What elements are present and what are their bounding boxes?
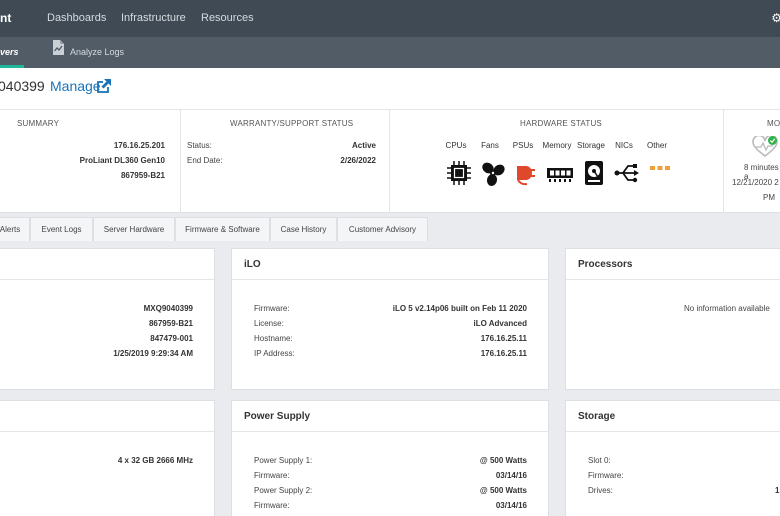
card-divider [232, 279, 548, 280]
top-nav-bar: nt Dashboards Infrastructure Resources ⚙ [0, 0, 780, 37]
sub-nav-bar: vers Analyze Logs [0, 37, 780, 68]
summary-section: SUMMARY 176.16.25.201 ProLiant DL360 Gen… [0, 110, 181, 213]
hw-label-cpus: CPUs [445, 141, 467, 150]
card-divider [566, 279, 780, 280]
storage-firmware-label: Firmware: [588, 471, 624, 480]
warranty-end-label: End Date: [187, 156, 223, 165]
hw-label-fans: Fans [481, 141, 499, 150]
psu2-firmware-label: Firmware: [254, 501, 290, 510]
ilo-ip-label: IP Address: [254, 349, 295, 358]
tab-case-history[interactable]: Case History [270, 217, 337, 241]
brand-name: nt [0, 11, 12, 25]
nav-resources[interactable]: Resources [201, 12, 254, 24]
status-strip: SUMMARY 176.16.25.201 ProLiant DL360 Gen… [0, 110, 780, 213]
psu2-firmware-value: 03/14/16 [495, 501, 527, 510]
ilo-firmware-value: iLO 5 v2.14p06 built on Feb 11 2020 [392, 304, 527, 313]
fan-icon[interactable] [480, 160, 506, 186]
psu2-value: @ 500 Watts [479, 486, 527, 495]
monitor-datetime-ampm: PM [763, 193, 775, 202]
general-date: 1/25/2019 9:29:34 AM [113, 349, 193, 358]
summary-product-id: 867959-B21 [120, 171, 165, 180]
card-general: MXQ9040399 867959-B21 847479-001 1/25/20… [0, 248, 215, 390]
monitor-datetime: 12/21/2020 2 [732, 178, 779, 187]
psu2-label: Power Supply 2: [254, 486, 313, 495]
tab-event-logs[interactable]: Event Logs [30, 217, 93, 241]
warranty-status-value: Active [351, 141, 376, 150]
warranty-end-value: 2/26/2022 [340, 156, 376, 165]
card-divider [0, 279, 214, 280]
psu1-firmware-label: Firmware: [254, 471, 290, 480]
summary-ip: 176.16.25.201 [113, 141, 165, 150]
hw-label-nics: NICs [615, 141, 633, 150]
nav-infrastructure[interactable]: Infrastructure [121, 12, 186, 24]
cpu-icon[interactable] [446, 160, 472, 186]
processors-card-title: Processors [578, 259, 633, 270]
storage-icon[interactable] [581, 160, 607, 186]
ilo-hostname-value: 176.16.25.11 [480, 334, 527, 343]
ilo-hostname-label: Hostname: [254, 334, 293, 343]
card-memory: 4 x 32 GB 2666 MHz [0, 400, 215, 516]
general-product-id: 867959-B21 [148, 319, 193, 328]
general-part-number: 847479-001 [150, 334, 193, 343]
server-detail-tabs: Alerts Event Logs Server Hardware Firmwa… [0, 213, 780, 241]
card-ilo: iLO Firmware: iLO 5 v2.14p06 built on Fe… [231, 248, 549, 390]
tab-server-hardware[interactable]: Server Hardware [93, 217, 175, 241]
storage-drives-value: 1 [775, 486, 780, 495]
general-serial: MXQ9040399 [143, 304, 193, 313]
subnav-servers-tab[interactable]: vers [0, 47, 19, 57]
psu1-firmware-value: 03/14/16 [495, 471, 527, 480]
online-check-icon [768, 136, 777, 145]
card-processors: Processors No information available [565, 248, 780, 390]
server-title-bar: 040399 Manage [0, 68, 780, 110]
analyze-logs-link[interactable]: Analyze Logs [70, 47, 124, 57]
ilo-license-label: License: [254, 319, 284, 328]
hw-label-other: Other [646, 141, 667, 150]
nic-icon[interactable] [614, 160, 640, 186]
hw-label-storage: Storage [576, 141, 606, 150]
warranty-heading: WARRANTY/SUPPORT STATUS [230, 119, 354, 128]
hardware-heading: HARDWARE STATUS [520, 119, 602, 128]
analyze-logs-icon[interactable] [52, 40, 64, 55]
manage-link[interactable]: Manage [50, 78, 101, 94]
card-power-supply: Power Supply Power Supply 1: @ 500 Watts… [231, 400, 549, 516]
card-divider [0, 431, 214, 432]
psu1-value: @ 500 Watts [479, 456, 527, 465]
psu-icon[interactable] [513, 160, 539, 186]
processors-empty-message: No information available [684, 304, 770, 313]
storage-slot-label: Slot 0: [588, 456, 611, 465]
card-storage: Storage Slot 0: Firmware: Drives: 1 [565, 400, 780, 516]
settings-icon[interactable]: ⚙ [771, 11, 780, 25]
card-divider [566, 431, 780, 432]
warranty-status-label: Status: [187, 141, 212, 150]
tab-firmware-software[interactable]: Firmware & Software [175, 217, 270, 241]
memory-icon[interactable] [547, 160, 573, 186]
card-divider [232, 431, 548, 432]
hardware-section: HARDWARE STATUS CPUs Fans PSUs Memory St… [390, 110, 724, 213]
storage-card-title: Storage [578, 411, 616, 422]
hw-label-psus: PSUs [512, 141, 534, 150]
monitoring-heading: MO [767, 119, 780, 128]
tab-customer-advisory[interactable]: Customer Advisory [337, 217, 428, 241]
ilo-firmware-label: Firmware: [254, 304, 290, 313]
nav-dashboards[interactable]: Dashboards [47, 12, 106, 24]
summary-heading: SUMMARY [17, 119, 60, 128]
power-card-title: Power Supply [244, 411, 311, 422]
monitoring-section: MO 8 minutes a 12/21/2020 2 PM [724, 110, 780, 213]
other-icon[interactable] [647, 160, 673, 186]
warranty-section: WARRANTY/SUPPORT STATUS Status: Active E… [181, 110, 390, 213]
hw-label-memory: Memory [542, 141, 572, 150]
external-link-icon[interactable] [97, 79, 111, 93]
ilo-license-value: iLO Advanced [473, 319, 528, 328]
memory-summary-value: 4 x 32 GB 2666 MHz [117, 456, 193, 465]
server-serial-title: 040399 [0, 78, 45, 94]
summary-model: ProLiant DL360 Gen10 [79, 156, 165, 165]
ilo-ip-value: 176.16.25.11 [480, 349, 527, 358]
tab-alerts[interactable]: Alerts [0, 217, 30, 241]
psu1-label: Power Supply 1: [254, 456, 313, 465]
storage-drives-label: Drives: [588, 486, 613, 495]
ilo-card-title: iLO [244, 259, 261, 270]
